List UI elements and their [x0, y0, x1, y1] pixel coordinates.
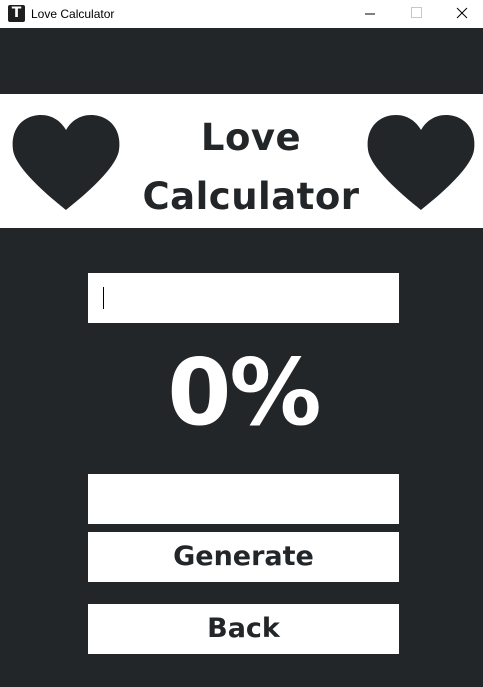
- app-title: Love Calculator: [120, 108, 382, 226]
- minimize-icon: [365, 13, 375, 15]
- close-icon: [456, 7, 468, 19]
- maximize-button[interactable]: [393, 0, 439, 28]
- app-title-line-1: Love: [200, 116, 302, 159]
- heart-icon: [367, 115, 475, 210]
- app-icon: T: [8, 5, 25, 22]
- title-bar[interactable]: T Love Calculator: [0, 0, 483, 28]
- love-calculator-window: T Love Calculator Love Calculator 0% Gen…: [0, 0, 483, 687]
- minimize-button[interactable]: [347, 0, 393, 28]
- app-title-line-2: Calculator: [142, 175, 360, 218]
- app-canvas: Love Calculator 0% Generate Back: [0, 28, 483, 687]
- generate-button[interactable]: Generate: [88, 532, 399, 582]
- back-button[interactable]: Back: [88, 604, 399, 654]
- close-button[interactable]: [439, 0, 483, 28]
- window-title: Love Calculator: [31, 7, 115, 21]
- heart-icon: [12, 115, 120, 210]
- text-caret: [103, 287, 104, 309]
- maximize-icon: [411, 7, 422, 18]
- header-banner: Love Calculator: [0, 94, 483, 228]
- love-percentage: 0%: [167, 339, 321, 446]
- result-output-field[interactable]: [88, 474, 399, 524]
- name-input[interactable]: [88, 273, 399, 323]
